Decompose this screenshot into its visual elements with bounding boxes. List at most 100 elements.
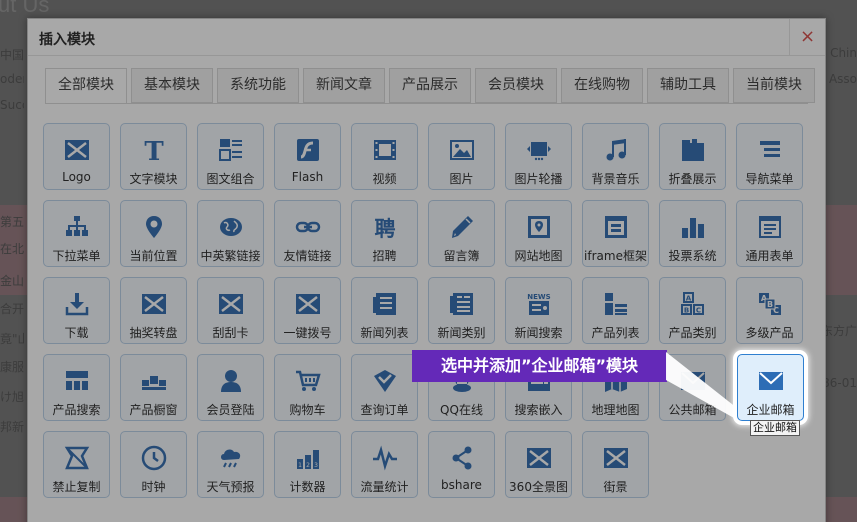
module-grid: Logo T 文字模块 图文组合 Flash 视频 图片 图片轮播 背景音乐 折叠展示 导航菜单下拉… [43,123,818,498]
module-tile[interactable]: 流量统计 [351,431,418,498]
module-label: 产品类别 [668,326,717,340]
module-label: 文字模块 [129,172,178,186]
module-tile[interactable]: 产品橱窗 [120,354,187,421]
tab-1[interactable]: 基本模块 [131,68,213,103]
module-label: 图文组合 [206,172,255,186]
module-tile[interactable]: 产品搜索 [43,354,110,421]
tab-5[interactable]: 会员模块 [475,68,557,103]
module-label: 产品橱窗 [129,403,178,417]
module-tile[interactable]: NEWS 新闻搜索 [505,277,572,344]
module-tile[interactable]: 街景 [582,431,649,498]
tab-4[interactable]: 产品展示 [389,68,471,103]
member-login-icon [198,368,263,394]
flash-icon [275,137,340,163]
product-list-icon [583,291,648,317]
module-tile[interactable]: 投票系统 [659,200,726,267]
background-right-text: Chin [830,46,857,60]
module-tile[interactable]: 图片 [428,123,495,190]
module-tile[interactable]: 聘招聘 [351,200,418,267]
close-button[interactable]: × [789,19,825,56]
module-tile[interactable]: T 文字模块 [120,123,187,190]
placeholder-icon [198,291,263,317]
tab-0[interactable]: 全部模块 [45,68,127,104]
module-tile[interactable]: 产品列表 [582,277,649,344]
carousel-icon [506,137,571,163]
module-label: 刮刮卡 [212,326,249,340]
logo-icon [44,137,109,163]
module-label: 购物车 [289,403,326,417]
module-tile[interactable]: bshare [428,431,495,498]
placeholder-icon [275,291,340,317]
showcase-icon [121,368,186,394]
module-tile[interactable]: 折叠展示 [659,123,726,190]
module-label: 背景音乐 [591,172,640,186]
module-label: 下拉菜单 [52,249,101,263]
module-tile[interactable]: 天气预报 [197,431,264,498]
svg-text:3: 3 [314,462,318,469]
module-tile[interactable]: 时钟 [120,431,187,498]
module-label: 抽奖转盘 [129,326,178,340]
iframe-icon [583,214,648,240]
module-tile[interactable]: 360全景图 [505,431,572,498]
module-tile[interactable]: 一键拨号 [274,277,341,344]
placeholder-icon [121,291,186,317]
module-label: 投票系统 [668,249,717,263]
module-tile[interactable]: 下拉菜单 [43,200,110,267]
background-left-text: odem [0,72,24,86]
module-tile[interactable]: 下载 [43,277,110,344]
module-label: 折叠展示 [668,172,717,186]
tab-2[interactable]: 系统功能 [217,68,299,103]
callout-arrow-icon [666,352,742,418]
tab-7[interactable]: 辅助工具 [647,68,729,103]
module-tile[interactable]: 图文组合 [197,123,264,190]
module-tile[interactable]: A C B 多级产品 [736,277,803,344]
module-tile[interactable]: 留言簿 [428,200,495,267]
placeholder-icon [583,445,648,471]
background-right-text: Asso [828,72,857,86]
weather-icon [198,445,263,471]
module-label: 友情链接 [283,249,332,263]
module-enterprise-mail-highlighted[interactable]: 企业邮箱 [737,354,804,421]
module-tile[interactable]: 查询订单 [351,354,418,421]
module-tile[interactable]: 刮刮卡 [197,277,264,344]
module-tile[interactable]: 通用表单 [736,200,803,267]
svg-text:T: T [144,137,164,163]
module-tile[interactable]: 当前位置 [120,200,187,267]
module-tile[interactable]: 背景音乐 [582,123,649,190]
text-icon: T [121,137,186,163]
tooltip: 企业邮箱 [750,420,800,436]
no-copy-icon [44,445,109,471]
tab-3[interactable]: 新闻文章 [303,68,385,103]
module-label: 留言簿 [443,249,480,263]
counter-icon: 123 [275,445,340,471]
module-tile[interactable]: Flash [274,123,341,190]
module-tile[interactable]: 1 2 3 计数器 [274,431,341,498]
module-tile[interactable]: 新闻列表 [351,277,418,344]
module-tile[interactable]: 友情链接 [274,200,341,267]
module-tile[interactable]: 导航菜单 [736,123,803,190]
insert-module-dialog: 插入模块 × 全部模块 基本模块 系统功能 新闻文章 产品展示 会员模块 在线购物 辅助工具当… [27,18,826,522]
module-label: 招聘 [372,249,397,263]
module-tile[interactable]: 中英繁链接 [197,200,264,267]
tab-6[interactable]: 在线购物 [561,68,643,103]
tab-8[interactable]: 当前模块 [733,68,815,103]
module-tile[interactable]: 抽奖转盘 [120,277,187,344]
module-tile[interactable]: 新闻类别 [428,277,495,344]
background-band [826,205,857,295]
module-tile[interactable]: A B C 产品类别 [659,277,726,344]
module-tile[interactable]: 视频 [351,123,418,190]
module-tile[interactable]: 网站地图 [505,200,572,267]
background-title: ut Us [0,0,50,17]
module-tile[interactable]: 图片轮播 [505,123,572,190]
background-left-text: 竟"山 [0,332,24,346]
module-label: 时钟 [141,480,166,494]
order-query-icon [352,368,417,394]
module-tile[interactable]: iframe框架 [582,200,649,267]
module-label: 产品搜索 [52,403,101,417]
module-tile[interactable]: 会员登陆 [197,354,264,421]
module-tile[interactable]: Logo [43,123,110,190]
module-tile[interactable]: 购物车 [274,354,341,421]
module-label: 360全景图 [509,480,568,494]
module-label: 图片轮播 [514,172,563,186]
module-tile[interactable]: 禁止复制 [43,431,110,498]
